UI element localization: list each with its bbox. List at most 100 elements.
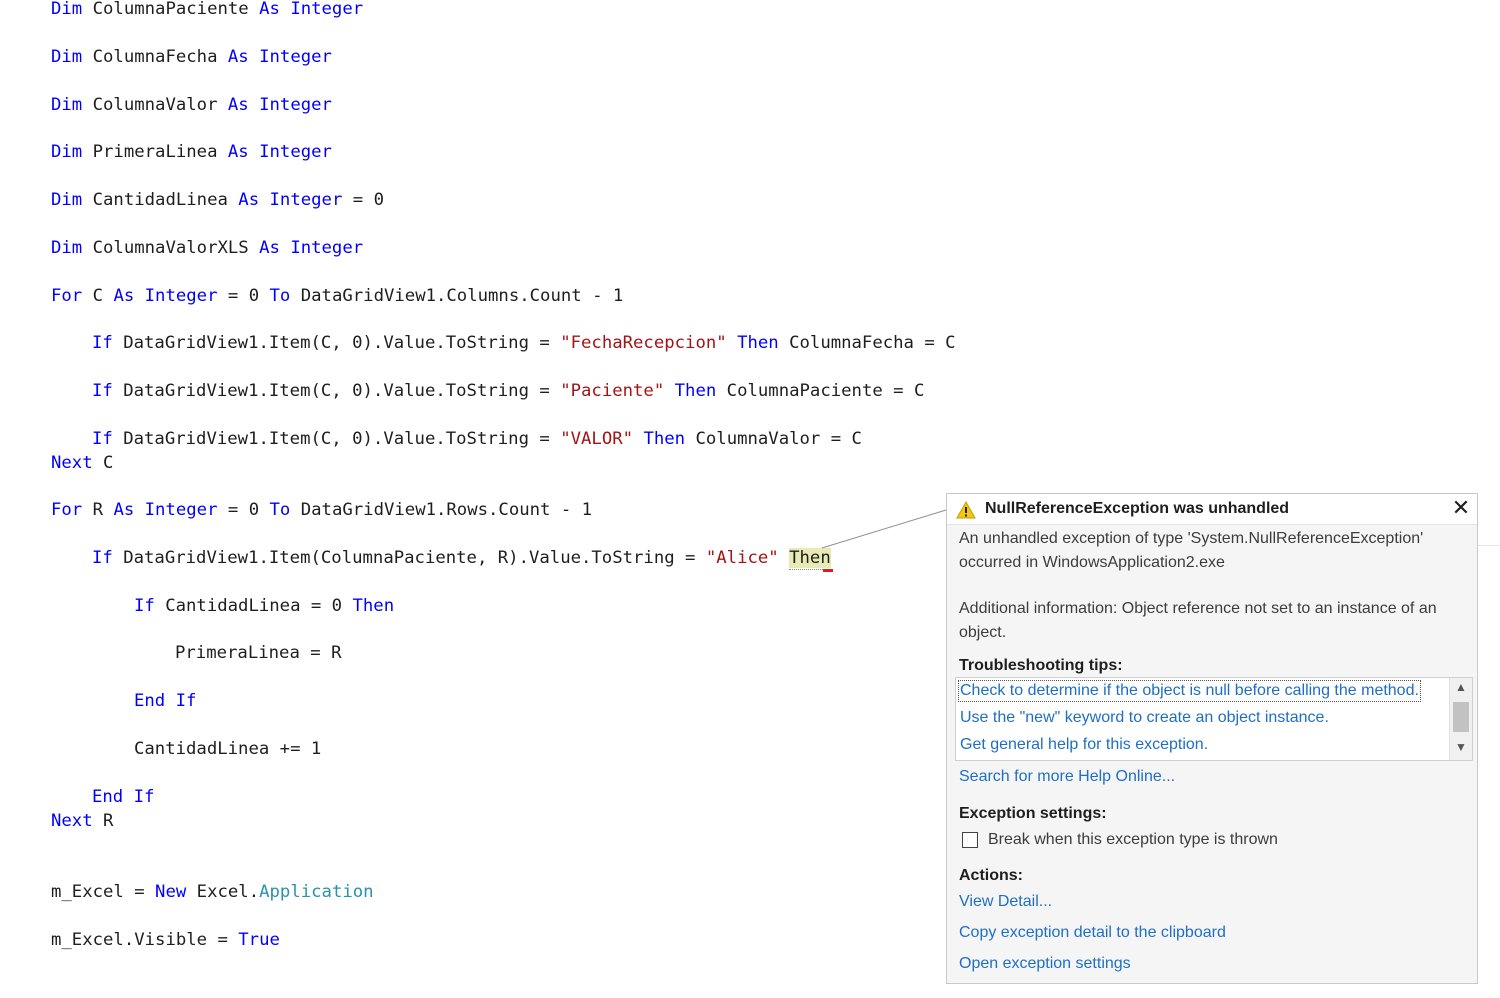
code-token: DataGridView1.Item(C, 0).Value.ToString … (112, 429, 561, 449)
troubleshooting-tips-list[interactable]: Check to determine if the object is null… (955, 677, 1473, 761)
dialog-header: NullReferenceException was unhandled ✕ (947, 494, 1477, 525)
open-exception-settings-link[interactable]: Open exception settings (959, 955, 1131, 973)
code-line: m_Excel = New Excel.Application (51, 881, 374, 903)
code-token: m_Excel = (51, 882, 156, 902)
code-line: PrimeraLinea = R (175, 642, 341, 664)
current-statement-token: Then (789, 548, 834, 572)
close-icon[interactable]: ✕ (1449, 497, 1473, 521)
code-line: If DataGridView1.Item(C, 0).Value.ToStri… (92, 428, 862, 450)
code-line: Dim ColumnaValor As Integer (51, 94, 332, 116)
divider (1478, 545, 1500, 546)
keyword-token: For (51, 500, 83, 520)
keyword-token: If (92, 333, 113, 353)
keyword-token: Dim (51, 47, 83, 67)
string-token: "VALOR" (560, 429, 634, 449)
troubleshooting-heading: Troubleshooting tips: (959, 657, 1123, 674)
keyword-token: New (155, 882, 187, 902)
code-line: Next R (51, 810, 113, 832)
code-line: If CantidadLinea = 0 Then (134, 595, 394, 617)
code-token: Excel. (186, 882, 260, 902)
keyword-token: Then (643, 429, 686, 449)
keyword-token: Next (51, 453, 93, 473)
code-line: m_Excel.Visible = True (51, 929, 280, 951)
keyword-token: As (227, 142, 249, 162)
code-line: CantidadLinea += 1 (134, 738, 321, 760)
keyword-token: Dim (51, 238, 83, 258)
copy-exception-detail-link[interactable]: Copy exception detail to the clipboard (959, 924, 1226, 942)
code-token: CantidadLinea (82, 190, 239, 210)
keyword-token: If (134, 596, 155, 616)
code-token: C (82, 286, 114, 306)
code-token: DataGridView1.Rows.Count - 1 (290, 500, 593, 520)
warning-icon (956, 501, 976, 519)
chevron-up-icon[interactable]: ▲ (1450, 680, 1472, 698)
exception-settings-heading: Exception settings: (959, 805, 1107, 822)
keyword-token: End (134, 691, 166, 711)
keyword-token: As (227, 95, 249, 115)
break-on-exception-checkbox[interactable] (962, 832, 978, 848)
keyword-token: If (92, 429, 113, 449)
keyword-token: As (227, 47, 249, 67)
search-help-online-link[interactable]: Search for more Help Online... (959, 768, 1175, 786)
code-token: DataGridView1.Columns.Count - 1 (290, 286, 624, 306)
keyword-token: Integer (144, 500, 218, 520)
tip-link[interactable]: Get general help for this exception. (960, 736, 1208, 754)
exception-assistant-dialog: NullReferenceException was unhandled ✕ A… (946, 493, 1478, 984)
tip-link[interactable]: Check to determine if the object is null… (958, 680, 1421, 702)
code-token: ColumnaPaciente (82, 0, 260, 19)
code-token: ColumnaFecha = C (778, 333, 956, 353)
code-token: = 0 (342, 190, 384, 210)
keyword-token: If (175, 691, 197, 711)
code-token: = 0 (217, 286, 270, 306)
code-token: DataGridView1.Item(ColumnaPaciente, R).V… (112, 548, 706, 568)
code-token: PrimeraLinea = R (175, 643, 342, 663)
break-checkbox-label[interactable]: Break when this exception type is thrown (988, 828, 1278, 852)
keyword-token: Dim (51, 190, 83, 210)
keyword-token: Integer (259, 142, 332, 162)
keyword-token: If (133, 787, 155, 807)
type-token: Application (259, 882, 374, 902)
exception-description: An unhandled exception of type 'System.N… (959, 530, 1424, 571)
code-line: If DataGridView1.Item(C, 0).Value.ToStri… (92, 332, 956, 354)
keyword-token: Dim (51, 142, 83, 162)
code-line: End If (92, 786, 154, 808)
code-line: For R As Integer = 0 To DataGridView1.Ro… (51, 499, 592, 521)
code-token: ColumnaValor (82, 95, 228, 115)
keyword-token: Integer (290, 238, 364, 258)
keyword-token: End (92, 787, 124, 807)
code-line: Dim ColumnaFecha As Integer (51, 46, 332, 68)
tips-scrollbar[interactable]: ▲ ▼ (1449, 678, 1472, 760)
code-line-current: If DataGridView1.Item(ColumnaPaciente, R… (92, 547, 834, 572)
tip-link[interactable]: Use the "new" keyword to create an objec… (960, 709, 1329, 727)
additional-information: Additional information: Object reference… (959, 600, 1437, 641)
keyword-token: As (259, 238, 280, 258)
string-token: "Alice" (705, 548, 779, 568)
code-token: ColumnaPaciente = C (716, 381, 925, 401)
keyword-token: Integer (259, 95, 332, 115)
code-token: DataGridView1.Item(C, 0).Value.ToString … (112, 381, 561, 401)
code-line: Dim PrimeraLinea As Integer (51, 141, 332, 163)
code-token: ColumnaFecha (82, 47, 228, 67)
code-line: End If (134, 690, 196, 712)
code-token: ColumnaValorXLS (82, 238, 260, 258)
code-token: R (92, 811, 114, 831)
actions-heading: Actions: (959, 867, 1023, 884)
keyword-token: For (51, 286, 83, 306)
code-line: For C As Integer = 0 To DataGridView1.Co… (51, 285, 623, 307)
code-token: CantidadLinea += 1 (134, 739, 322, 759)
keyword-token: To (269, 286, 291, 306)
string-token: "FechaRecepcion" (560, 333, 727, 353)
code-token: PrimeraLinea (82, 142, 228, 162)
view-detail-link[interactable]: View Detail... (959, 893, 1052, 911)
scrollbar-thumb[interactable] (1453, 702, 1469, 732)
code-line: Dim CantidadLinea As Integer = 0 (51, 189, 384, 211)
chevron-down-icon[interactable]: ▼ (1450, 740, 1472, 758)
